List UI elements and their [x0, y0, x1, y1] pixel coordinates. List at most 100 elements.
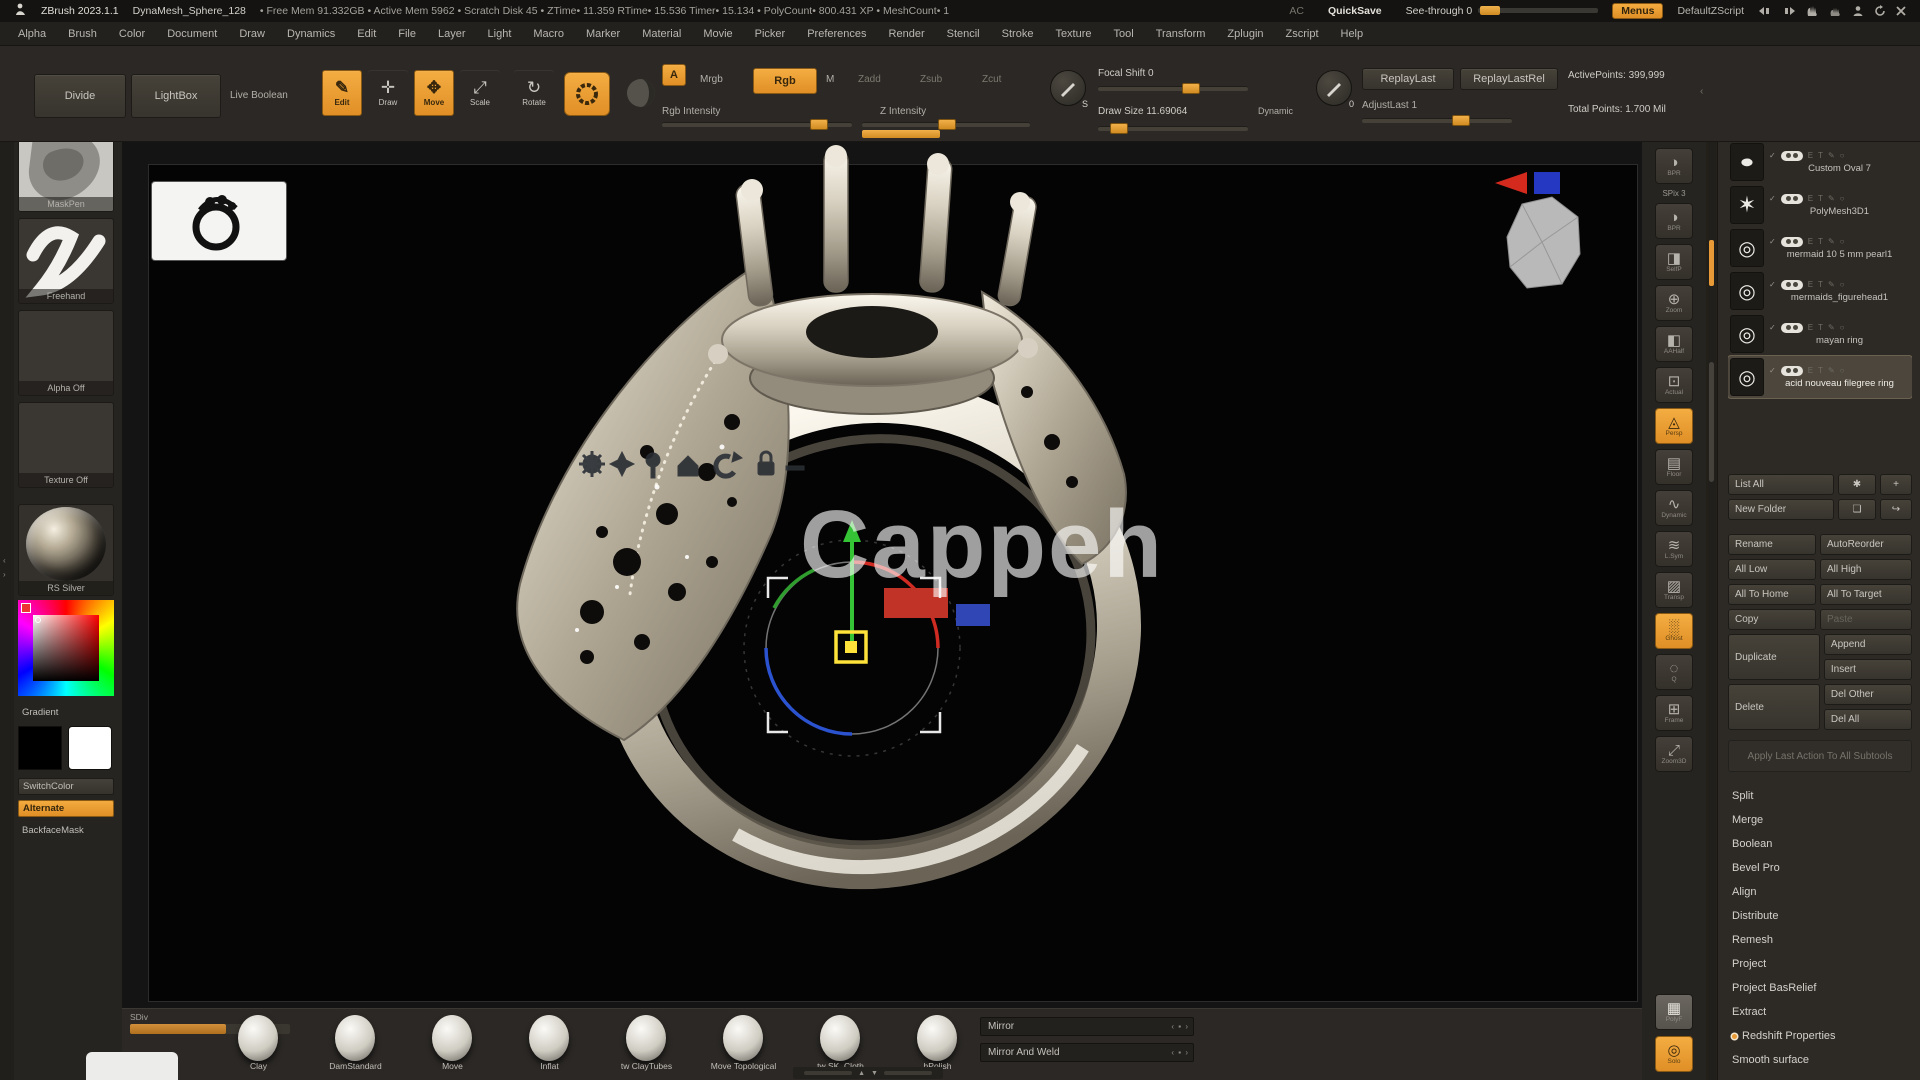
- color-picker[interactable]: [18, 600, 114, 696]
- rail-expand-icon[interactable]: ›: [3, 570, 6, 579]
- quicksave-button[interactable]: QuickSave: [1318, 3, 1392, 19]
- document-preview-thumbnail[interactable]: [152, 182, 286, 260]
- current-stroke-tile[interactable]: Freehand: [18, 218, 114, 304]
- paste-button[interactable]: Paste: [1820, 609, 1912, 630]
- gyro-sphere-icon[interactable]: [624, 76, 658, 115]
- zsub-button[interactable]: Zsub: [920, 74, 942, 85]
- shelf-tool-button[interactable]: ◧ AAHalf: [1655, 326, 1693, 362]
- subtool-visibility-icon[interactable]: [1781, 237, 1803, 247]
- subtool-visibility-icon[interactable]: [1781, 194, 1803, 204]
- all-to-home-button[interactable]: All To Home: [1728, 584, 1816, 605]
- subtool-item[interactable]: ● ✓ E T ✎ ○ Custom Oval 7: [1728, 141, 1912, 183]
- menu-item[interactable]: Preferences: [807, 28, 866, 40]
- subtool-section-item[interactable]: Bevel Pro: [1728, 856, 1912, 880]
- viewport-canvas[interactable]: Cappeh: [122, 142, 1642, 1008]
- subtool-polypaint-icon[interactable]: E: [1808, 151, 1813, 160]
- subtool-item[interactable]: ◎ ✓ E T ✎ ○ mermaids_figurehead1: [1728, 270, 1912, 312]
- shelf-tool-button[interactable]: ▤ Floor: [1655, 449, 1693, 485]
- all-low-button[interactable]: All Low: [1728, 559, 1816, 580]
- mrgb-button[interactable]: Mrgb: [700, 74, 723, 85]
- move-button[interactable]: ✥ Move: [414, 70, 454, 116]
- menu-item[interactable]: Picker: [755, 28, 786, 40]
- menu-item[interactable]: Light: [488, 28, 512, 40]
- subtool-ghost-icon[interactable]: ○: [1840, 151, 1845, 160]
- rail-collapse-icon[interactable]: ‹: [3, 556, 6, 565]
- shelf-tool-button[interactable]: ◬ Persp: [1655, 408, 1693, 444]
- see-through-slider[interactable]: [1478, 8, 1598, 13]
- mirror-dropdown[interactable]: Mirror ‹ ▪ ›: [980, 1017, 1194, 1036]
- subtool-visibility-icon[interactable]: [1781, 323, 1803, 333]
- refresh-icon[interactable]: [1874, 5, 1886, 17]
- subtool-check-icon[interactable]: ✓: [1769, 151, 1776, 160]
- subtool-thumbnail[interactable]: ◎: [1730, 358, 1764, 396]
- rgb-button[interactable]: Rgb: [753, 68, 817, 94]
- subtool-sculpt-icon[interactable]: ✎: [1828, 280, 1835, 289]
- shelf-tool-button[interactable]: ⊡ Actual: [1655, 367, 1693, 403]
- subtool-uv-icon[interactable]: T: [1818, 194, 1823, 203]
- left-rail[interactable]: ‹ ›: [0, 118, 14, 1080]
- m-button[interactable]: M: [826, 74, 834, 85]
- del-all-button[interactable]: Del All: [1824, 709, 1912, 730]
- hand-tool-icon[interactable]: [1806, 5, 1819, 17]
- append-button[interactable]: Append: [1824, 634, 1912, 655]
- quick-brush-button[interactable]: Move Topological: [695, 1011, 792, 1077]
- shelf-pager[interactable]: ▲ ▼: [793, 1067, 943, 1079]
- insert-button[interactable]: Insert: [1824, 659, 1912, 680]
- spinner-icon[interactable]: ‹ ▪ ›: [1171, 1048, 1189, 1057]
- subtool-check-icon[interactable]: ✓: [1769, 237, 1776, 246]
- menu-item[interactable]: Draw: [239, 28, 265, 40]
- rgb-intensity-slider[interactable]: [662, 122, 852, 127]
- subtool-ghost-icon[interactable]: ○: [1840, 366, 1845, 375]
- auto-masking-button[interactable]: A: [662, 64, 686, 86]
- pager-down-icon[interactable]: ▼: [871, 1070, 878, 1077]
- main-color-swatch[interactable]: [18, 726, 62, 770]
- subtool-uv-icon[interactable]: T: [1818, 366, 1823, 375]
- menu-item[interactable]: Texture: [1055, 28, 1091, 40]
- subtool-polypaint-icon[interactable]: E: [1808, 323, 1813, 332]
- subtool-check-icon[interactable]: ✓: [1769, 194, 1776, 203]
- quick-brush-button[interactable]: DamStandard: [307, 1011, 404, 1077]
- shelf-tool-button[interactable]: ⊞ Frame: [1655, 695, 1693, 731]
- subtool-thumbnail[interactable]: ◎: [1730, 272, 1764, 310]
- replay-last-rel-button[interactable]: ReplayLastRel: [1460, 68, 1558, 90]
- scale-button[interactable]: ⤢ Scale: [460, 70, 500, 116]
- list-all-button[interactable]: List All: [1728, 474, 1834, 495]
- subtool-item[interactable]: ◎ ✓ E T ✎ ○ mayan ring: [1728, 313, 1912, 355]
- close-icon[interactable]: [1896, 6, 1906, 16]
- menu-item[interactable]: Help: [1341, 28, 1364, 40]
- subtool-section-item[interactable]: Boolean: [1728, 832, 1912, 856]
- subtool-section-item[interactable]: Project: [1728, 952, 1912, 976]
- subtool-section-item[interactable]: Remesh: [1728, 928, 1912, 952]
- subtool-ghost-icon[interactable]: ○: [1840, 323, 1845, 332]
- draw-button[interactable]: ✛ Draw: [368, 70, 408, 116]
- shelf-tool-button[interactable]: ◨ SelfP: [1655, 244, 1693, 280]
- menu-item[interactable]: Render: [889, 28, 925, 40]
- adjust-last-slider[interactable]: [1362, 118, 1512, 123]
- zadd-button[interactable]: Zadd: [858, 74, 881, 85]
- shelf-tool-button[interactable]: ◎ Solo: [1655, 1036, 1693, 1072]
- shelf-tool-button[interactable]: ⤢ Zoom3D: [1655, 736, 1693, 772]
- subtool-section-item[interactable]: Split: [1728, 784, 1912, 808]
- dynamic-button[interactable]: Dynamic: [1258, 106, 1293, 116]
- delete-button[interactable]: Delete: [1728, 684, 1820, 730]
- menu-item[interactable]: Brush: [68, 28, 97, 40]
- subtool-thumbnail[interactable]: ✶: [1730, 186, 1764, 224]
- subtool-section-item[interactable]: Redshift Properties: [1728, 1024, 1912, 1048]
- subtool-visibility-icon[interactable]: [1781, 280, 1803, 290]
- pan-right-icon[interactable]: [1782, 6, 1796, 16]
- divide-button[interactable]: Divide: [34, 74, 126, 118]
- pan-left-icon[interactable]: [1758, 6, 1772, 16]
- subtool-ghost-icon[interactable]: ○: [1840, 194, 1845, 203]
- del-other-button[interactable]: Del Other: [1824, 684, 1912, 705]
- subtool-section-item[interactable]: Align: [1728, 880, 1912, 904]
- shelf-tool-button[interactable]: ▨ Transp: [1655, 572, 1693, 608]
- add-subtool-button[interactable]: +: [1880, 474, 1912, 495]
- menu-item[interactable]: Transform: [1156, 28, 1206, 40]
- menu-item[interactable]: Edit: [357, 28, 376, 40]
- subtool-polypaint-icon[interactable]: E: [1808, 194, 1813, 203]
- subtool-thumbnail[interactable]: ◎: [1730, 229, 1764, 267]
- all-high-button[interactable]: All High: [1820, 559, 1912, 580]
- subtool-uv-icon[interactable]: T: [1818, 323, 1823, 332]
- shelf-tool-button[interactable]: ◌ Q: [1655, 654, 1693, 690]
- replay-dial[interactable]: 0: [1316, 70, 1352, 106]
